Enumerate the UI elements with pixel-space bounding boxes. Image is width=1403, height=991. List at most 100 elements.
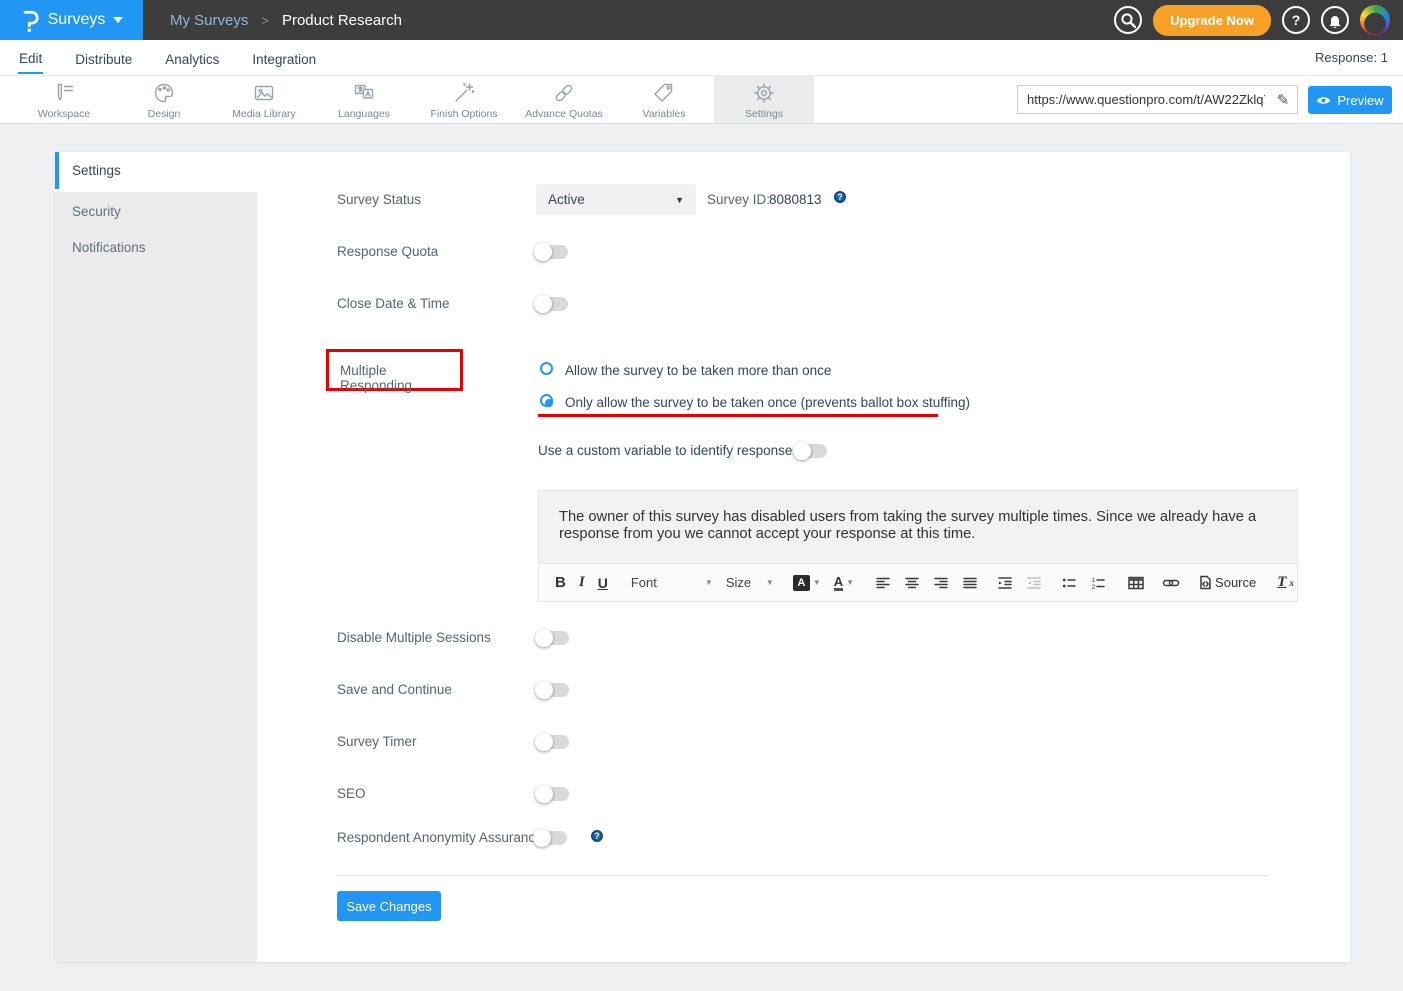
save-changes-button[interactable]: Save Changes	[337, 891, 441, 921]
ribbon-label: Advance Quotas	[525, 108, 603, 120]
ribbon-label: Media Library	[232, 108, 296, 120]
breadcrumb-my-surveys[interactable]: My Surveys	[170, 12, 248, 29]
upgrade-now-button[interactable]: Upgrade Now	[1153, 5, 1271, 36]
tab-analytics[interactable]: Analytics	[164, 43, 220, 73]
preview-button[interactable]: Preview	[1308, 86, 1392, 114]
table-icon	[1127, 575, 1145, 591]
survey-url-field: ✎	[1017, 85, 1298, 114]
ribbon-workspace[interactable]: Workspace	[14, 76, 114, 123]
save-and-continue-toggle[interactable]	[537, 683, 569, 697]
sidebar-item-settings[interactable]: Settings	[55, 152, 257, 189]
seo-toggle[interactable]	[537, 787, 569, 801]
ribbon-variables[interactable]: Variables	[614, 76, 714, 123]
align-left-icon	[875, 575, 891, 591]
justify-button[interactable]	[962, 575, 978, 591]
ribbon-design[interactable]: Design	[114, 76, 214, 123]
remove-format-button[interactable]: Tx	[1277, 574, 1294, 591]
bold-button[interactable]: B	[555, 574, 566, 591]
bulleted-list-button[interactable]	[1061, 575, 1077, 591]
numbered-list-button[interactable]: 12	[1090, 575, 1106, 591]
breadcrumb: My Surveys > Product Research	[170, 12, 402, 29]
footer-divider	[337, 875, 1268, 876]
align-right-icon	[933, 575, 949, 591]
ribbon-languages[interactable]: Languages	[314, 76, 414, 123]
font-dropdown-label: Font	[631, 575, 657, 590]
survey-id-help-icon[interactable]: ?	[834, 191, 846, 203]
text-color-button[interactable]: A ▼	[834, 575, 854, 591]
radio-only-once-label: Only allow the survey to be taken once (…	[565, 395, 970, 410]
settings-sidebar: Settings Security Notifications	[55, 152, 257, 962]
page-background: Settings Security Notifications Survey S…	[0, 124, 1403, 991]
ribbon-finish-options[interactable]: Finish Options	[414, 76, 514, 123]
underline-button[interactable]: U	[598, 575, 608, 591]
tab-edit[interactable]: Edit	[18, 42, 43, 74]
font-dropdown[interactable]: Font ▼	[631, 575, 713, 590]
disable-multiple-sessions-toggle[interactable]	[537, 631, 569, 645]
custom-variable-toggle[interactable]	[795, 444, 827, 458]
close-date-toggle[interactable]	[536, 297, 568, 311]
sidebar-item-security[interactable]: Security	[55, 193, 257, 229]
radio-allow-multiple[interactable]	[540, 362, 553, 375]
remove-format-letter: T	[1277, 574, 1286, 591]
increase-indent-button[interactable]	[997, 575, 1013, 591]
align-right-button[interactable]	[933, 575, 949, 591]
ribbon-label: Design	[148, 108, 181, 120]
response-quota-toggle[interactable]	[536, 245, 568, 259]
disabled-message-text[interactable]: The owner of this survey has disabled us…	[539, 491, 1297, 563]
sidebar-item-notifications[interactable]: Notifications	[55, 229, 257, 265]
survey-timer-label: Survey Timer	[337, 734, 417, 749]
survey-id-label: Survey ID:	[707, 192, 770, 207]
source-button[interactable]: Source	[1199, 575, 1256, 590]
questionpro-logo-icon	[20, 6, 40, 34]
chevron-down-icon	[113, 17, 123, 23]
svg-text:2: 2	[1092, 584, 1096, 591]
anonymity-help-icon[interactable]: ?	[591, 830, 603, 842]
tab-integration[interactable]: Integration	[251, 43, 317, 73]
italic-button[interactable]: I	[579, 574, 585, 591]
survey-timer-toggle[interactable]	[537, 735, 569, 749]
preview-label: Preview	[1337, 93, 1383, 108]
search-button[interactable]	[1114, 6, 1142, 34]
decrease-indent-button[interactable]	[1026, 575, 1042, 591]
source-file-icon	[1199, 575, 1212, 590]
product-name: Surveys	[48, 11, 106, 29]
radio-only-once[interactable]	[540, 394, 553, 407]
align-center-icon	[904, 575, 920, 591]
survey-url-input[interactable]	[1018, 86, 1269, 113]
text-color-letter: A	[834, 575, 843, 591]
seo-label: SEO	[337, 786, 366, 801]
notifications-button[interactable]	[1321, 6, 1349, 34]
size-dropdown-label: Size	[726, 575, 751, 590]
align-left-button[interactable]	[875, 575, 891, 591]
survey-status-label: Survey Status	[337, 192, 421, 207]
chevron-down-icon: ▼	[705, 578, 713, 587]
insert-table-button[interactable]	[1127, 575, 1145, 591]
app-logo-menu[interactable]: Surveys	[0, 0, 143, 40]
user-avatar[interactable]	[1360, 5, 1390, 35]
size-dropdown[interactable]: Size ▼	[726, 575, 774, 590]
respondent-anonymity-toggle[interactable]	[535, 831, 567, 845]
richtext-toolbar: B I U Font ▼ Size ▼ A ▼ A ▼	[539, 563, 1297, 601]
survey-status-select[interactable]: Active ▼	[536, 184, 696, 215]
finish-options-wand-icon	[451, 80, 477, 106]
settings-gear-icon	[751, 80, 777, 106]
close-date-label: Close Date & Time	[337, 296, 450, 311]
insert-link-button[interactable]	[1162, 577, 1180, 589]
ribbon-media-library[interactable]: Media Library	[214, 76, 314, 123]
align-center-button[interactable]	[904, 575, 920, 591]
save-and-continue-label: Save and Continue	[337, 682, 452, 697]
edit-url-button[interactable]: ✎	[1269, 86, 1297, 113]
chevron-down-icon: ▼	[766, 578, 774, 587]
chevron-down-icon: ▼	[675, 195, 684, 205]
background-color-letter: A	[793, 575, 810, 591]
ribbon-settings[interactable]: Settings	[714, 76, 814, 123]
source-label: Source	[1215, 575, 1256, 590]
tab-distribute[interactable]: Distribute	[74, 43, 133, 73]
increase-indent-icon	[997, 575, 1013, 591]
background-color-button[interactable]: A ▼	[793, 575, 821, 591]
ribbon-advance-quotas[interactable]: Advance Quotas	[514, 76, 614, 123]
module-nav: Edit Distribute Analytics Integration Re…	[0, 40, 1403, 76]
help-button[interactable]: ?	[1282, 6, 1310, 34]
respondent-anonymity-label: Respondent Anonymity Assurance	[337, 830, 543, 845]
chevron-down-icon: ▼	[846, 578, 854, 587]
